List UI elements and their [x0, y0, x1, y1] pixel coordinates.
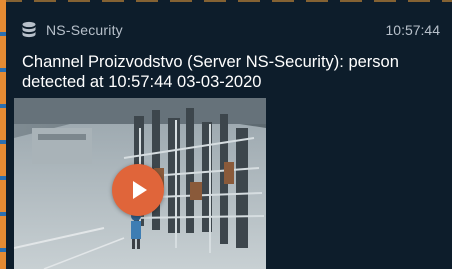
- notification-card[interactable]: NS-Security 10:57:44 Channel Proizvodstv…: [0, 0, 452, 269]
- video-thumbnail[interactable]: [14, 98, 266, 269]
- top-border-decoration: [0, 0, 452, 2]
- notification-header: NS-Security 10:57:44: [20, 18, 440, 42]
- play-icon: [133, 181, 147, 199]
- play-button[interactable]: [112, 164, 164, 216]
- left-accent-bar: [0, 0, 6, 269]
- notification-message: Channel Proizvodstvo (Server NS-Security…: [22, 53, 399, 91]
- app-name: NS-Security: [46, 22, 123, 38]
- notification-time: 10:57:44: [385, 22, 441, 38]
- database-icon: [20, 21, 38, 39]
